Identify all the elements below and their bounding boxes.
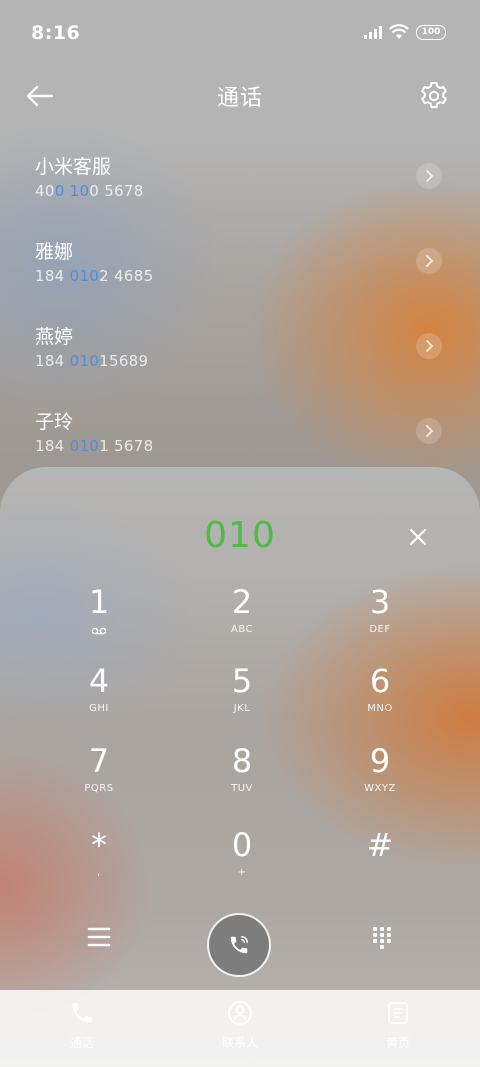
bottom-nav: 通话 联系人 黄页 [0,990,480,1067]
contact-name: 小米客服 [35,156,112,178]
contacts-icon [228,1001,252,1025]
key-letters: WXYZ [364,783,396,794]
key-digit: 8 [231,742,253,780]
contact-name: 燕婷 [35,326,74,348]
key-6[interactable]: 6 MNO [320,663,440,733]
key-0[interactable]: 0 + [182,827,302,897]
number-part: 184 [35,267,70,285]
number-match-highlight: 0 10 [54,182,90,200]
phone-icon [72,1003,92,1023]
status-bar: 8:16 100 [0,0,480,68]
key-5[interactable]: 5 JKL [182,663,302,733]
key-digit: 7 [88,742,110,780]
battery-level: 100 [421,26,441,37]
key-digit: 2 [231,583,253,621]
key-3[interactable]: 3 DEF [320,584,440,654]
contact-result[interactable]: 燕婷 184 01015689 [0,310,480,395]
number-match-highlight: 010 [69,437,100,455]
voicemail-icon [91,627,107,635]
close-icon[interactable] [404,523,432,551]
contact-detail-button[interactable] [416,333,442,359]
number-match-highlight: 010 [69,267,100,285]
dialpad-toggle-icon[interactable] [368,923,396,951]
chevron-right-icon [426,425,434,437]
key-digit: 1 [88,583,110,621]
key-8[interactable]: 8 TUV [182,743,302,813]
key-digit: 5 [231,662,253,700]
contact-number: 184 0102 4685 [35,267,153,285]
number-part: 1 5678 [99,437,154,455]
wifi-icon [389,24,409,39]
key-letters: TUV [231,783,253,794]
number-part: 40 [35,182,55,200]
key-letters: PQRS [84,783,114,794]
nav-yellow-pages[interactable]: 黄页 [338,1000,458,1051]
nav-contacts[interactable]: 联系人 [180,1000,300,1051]
key-digit: 0 [231,826,253,864]
nav-calls[interactable]: 通话 [22,1000,142,1051]
contact-result[interactable]: 雅娜 184 0102 4685 [0,225,480,310]
number-part: 184 [35,352,70,370]
key-2[interactable]: 2 ABC [182,584,302,654]
top-bar: 通话 [0,68,480,124]
contact-result[interactable]: 小米客服 400 100 5678 [0,140,480,225]
number-part: 2 4685 [99,267,154,285]
key-star[interactable]: * , [39,827,159,897]
chevron-right-icon [426,170,434,182]
status-icons: 100 [364,24,446,40]
contact-number: 400 100 5678 [35,182,144,200]
key-digit: 4 [88,662,110,700]
key-7[interactable]: 7 PQRS [39,743,159,813]
gear-icon[interactable] [418,80,450,112]
contact-number: 184 01015689 [35,352,148,370]
key-letters: ABC [230,624,253,635]
nav-calls-label: 通话 [69,1036,94,1050]
number-match-highlight: 010 [69,352,100,370]
contact-detail-button[interactable] [416,163,442,189]
contact-number: 184 0101 5678 [35,437,153,455]
number-part: 184 [35,437,70,455]
chevron-right-icon [426,255,434,267]
number-part: 0 5678 [89,182,144,200]
call-button[interactable] [209,915,269,975]
key-letters: DEF [369,624,391,635]
nav-yellow-pages-label: 黄页 [385,1036,410,1050]
key-letters: JKL [233,703,251,714]
contact-name: 雅娜 [35,241,74,263]
key-letters: MNO [367,703,393,714]
phone-call-icon [230,936,248,954]
contact-name: 子玲 [35,411,74,433]
key-hash[interactable]: # [320,827,440,897]
key-digit: * [91,826,107,864]
key-digit: # [366,826,394,864]
nav-contacts-label: 联系人 [221,1036,258,1050]
key-letters: GHI [89,703,109,714]
contact-detail-button[interactable] [416,418,442,444]
chevron-right-icon [426,340,434,352]
menu-icon[interactable] [84,922,114,952]
status-time: 8:16 [31,22,81,44]
key-digit: 3 [369,583,391,621]
signal-icon [364,26,382,39]
key-letters: , [97,867,101,878]
key-1[interactable]: 1 [39,584,159,654]
yellow-pages-icon [388,1002,408,1024]
contact-results-list: 小米客服 400 100 5678 雅娜 184 0102 4685 燕婷 18… [0,140,480,480]
contact-detail-button[interactable] [416,248,442,274]
key-digit: 6 [369,662,391,700]
battery-icon: 100 [416,24,446,40]
key-letters: + [237,867,247,878]
dialpad-panel: 010 1 2 ABC 3 DEF 4 GHI 5 JKL 6 MNO 7 PQ… [0,467,480,1067]
key-4[interactable]: 4 GHI [39,663,159,733]
key-digit: 9 [369,742,391,780]
key-9[interactable]: 9 WXYZ [320,743,440,813]
page-title: 通话 [216,86,263,111]
number-part: 15689 [99,352,149,370]
